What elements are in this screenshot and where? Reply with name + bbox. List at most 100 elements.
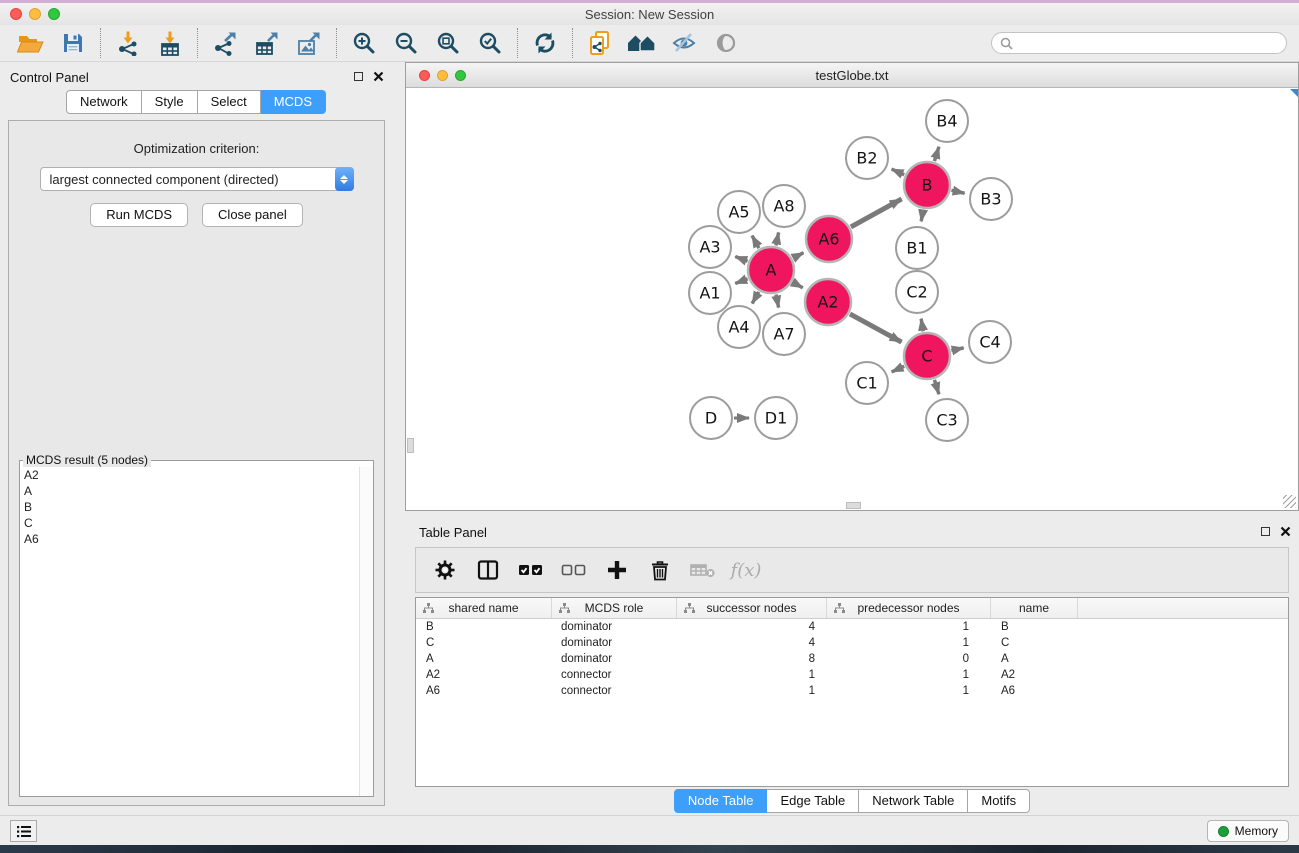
float-panel-icon[interactable] xyxy=(354,72,363,81)
window-resize-grip[interactable] xyxy=(1283,495,1296,508)
graph-edge-C-C2[interactable] xyxy=(921,319,923,332)
close-window-button[interactable] xyxy=(10,8,22,20)
table-row[interactable]: Adominator80A xyxy=(416,651,1288,667)
export-table-icon[interactable] xyxy=(246,26,288,60)
graph-edge-A-A5[interactable] xyxy=(752,236,759,248)
graph-edge-C-C1[interactable] xyxy=(892,366,905,372)
graph-edge-C-C4[interactable] xyxy=(951,348,963,351)
table-cell[interactable]: B xyxy=(991,619,1078,635)
result-scrollbar[interactable] xyxy=(359,467,373,796)
table-cell[interactable]: 4 xyxy=(677,635,827,651)
table-cell[interactable]: connector xyxy=(552,667,677,683)
close-table-panel-icon[interactable] xyxy=(1280,526,1291,537)
tab-mcds[interactable]: MCDS xyxy=(261,90,326,114)
column-header-predecessor-nodes[interactable]: predecessor nodes xyxy=(827,598,991,618)
table-cell[interactable]: 1 xyxy=(827,683,991,699)
graph-edge-A2-C[interactable] xyxy=(850,314,902,342)
table-row[interactable]: Bdominator41B xyxy=(416,619,1288,635)
delete-column-trash-icon[interactable] xyxy=(647,557,673,583)
minimize-window-button[interactable] xyxy=(29,8,41,20)
graph-edge-B-B3[interactable] xyxy=(951,190,964,193)
table-row[interactable]: Cdominator41C xyxy=(416,635,1288,651)
import-table-icon[interactable] xyxy=(149,26,191,60)
table-cell[interactable]: dominator xyxy=(552,651,677,667)
mcds-result-item[interactable]: A xyxy=(20,483,359,499)
table-cell[interactable]: A2 xyxy=(416,667,552,683)
network-canvas[interactable]: B4B2BB3A5A8A6B1A3AC2A1A2A4A7CC4C1C3DD1 xyxy=(406,89,1298,510)
open-session-icon[interactable] xyxy=(10,26,52,60)
table-row[interactable]: A6connector11A6 xyxy=(416,683,1288,699)
network-close-button[interactable] xyxy=(419,70,430,81)
export-network-icon[interactable] xyxy=(204,26,246,60)
table-cell[interactable]: dominator xyxy=(552,619,677,635)
column-header-shared-name[interactable]: shared name xyxy=(416,598,552,618)
table-cell[interactable]: 1 xyxy=(827,635,991,651)
table-cell[interactable]: 4 xyxy=(677,619,827,635)
deselect-all-columns-icon[interactable] xyxy=(561,557,587,583)
tab-edge-table[interactable]: Edge Table xyxy=(767,789,859,813)
tab-network-table[interactable]: Network Table xyxy=(859,789,968,813)
graph-edge-B-B2[interactable] xyxy=(892,169,905,175)
table-cell[interactable]: 0 xyxy=(827,651,991,667)
zoom-window-button[interactable] xyxy=(48,8,60,20)
task-history-button[interactable] xyxy=(10,820,37,842)
network-minimize-button[interactable] xyxy=(437,70,448,81)
table-cell[interactable]: A2 xyxy=(991,667,1078,683)
network-window-titlebar[interactable]: testGlobe.txt xyxy=(406,63,1298,88)
graph-edge-A-A4[interactable] xyxy=(752,292,759,304)
network-zoom-button[interactable] xyxy=(455,70,466,81)
zoom-in-icon[interactable] xyxy=(343,26,385,60)
mcds-result-item[interactable]: C xyxy=(20,515,359,531)
zoom-selected-icon[interactable] xyxy=(469,26,511,60)
mcds-result-item[interactable]: A6 xyxy=(20,531,359,547)
table-cell[interactable]: dominator xyxy=(552,635,677,651)
column-header-name[interactable]: name xyxy=(991,598,1078,618)
table-cell[interactable]: A xyxy=(991,651,1078,667)
save-session-icon[interactable] xyxy=(52,26,94,60)
column-header-mcds-role[interactable]: MCDS role xyxy=(552,598,677,618)
tab-node-table[interactable]: Node Table xyxy=(674,789,768,813)
table-row[interactable]: A2connector11A2 xyxy=(416,667,1288,683)
select-all-columns-icon[interactable] xyxy=(518,557,544,583)
graph-edge-A-A8[interactable] xyxy=(776,232,779,245)
import-network-icon[interactable] xyxy=(107,26,149,60)
table-cell[interactable]: C xyxy=(416,635,552,651)
canvas-bottom-handle[interactable] xyxy=(846,502,861,509)
mcds-result-item[interactable]: A2 xyxy=(20,467,359,483)
table-cell[interactable]: 1 xyxy=(827,667,991,683)
table-cell[interactable]: 1 xyxy=(677,683,827,699)
close-panel-button[interactable]: Close panel xyxy=(202,203,303,227)
table-cell[interactable]: 1 xyxy=(677,667,827,683)
refresh-icon[interactable] xyxy=(524,26,566,60)
table-settings-gear-icon[interactable] xyxy=(432,557,458,583)
table-cell[interactable]: 8 xyxy=(677,651,827,667)
show-column-panel-icon[interactable] xyxy=(475,557,501,583)
mcds-result-item[interactable]: B xyxy=(20,499,359,515)
graph-edge-A-A1[interactable] xyxy=(735,279,747,284)
zoom-out-icon[interactable] xyxy=(385,26,427,60)
graph-edge-A6-B[interactable] xyxy=(851,199,902,227)
close-panel-icon[interactable] xyxy=(373,71,384,82)
tab-style[interactable]: Style xyxy=(142,90,198,114)
column-header-successor-nodes[interactable]: successor nodes xyxy=(677,598,827,618)
search-field[interactable] xyxy=(991,32,1287,54)
table-cell[interactable]: A xyxy=(416,651,552,667)
graph-edge-C-C3[interactable] xyxy=(934,380,938,394)
graph-edge-A-A3[interactable] xyxy=(735,257,747,262)
graph-edge-A-A2[interactable] xyxy=(793,282,803,288)
tab-motifs[interactable]: Motifs xyxy=(968,789,1030,813)
tab-network[interactable]: Network xyxy=(66,90,142,114)
show-all-icon[interactable] xyxy=(705,26,747,60)
graph-edge-A-A7[interactable] xyxy=(776,294,779,307)
canvas-left-handle[interactable] xyxy=(407,438,414,453)
table-cell[interactable]: connector xyxy=(552,683,677,699)
table-cell[interactable]: B xyxy=(416,619,552,635)
hide-selected-icon[interactable] xyxy=(663,26,705,60)
graph-edge-A-A6[interactable] xyxy=(793,253,803,259)
clone-network-icon[interactable] xyxy=(579,26,621,60)
run-mcds-button[interactable]: Run MCDS xyxy=(90,203,188,227)
criterion-dropdown[interactable]: largest connected component (directed) xyxy=(40,167,354,191)
table-cell[interactable]: A6 xyxy=(991,683,1078,699)
table-cell[interactable]: A6 xyxy=(416,683,552,699)
graph-edge-B-B4[interactable] xyxy=(934,147,938,161)
